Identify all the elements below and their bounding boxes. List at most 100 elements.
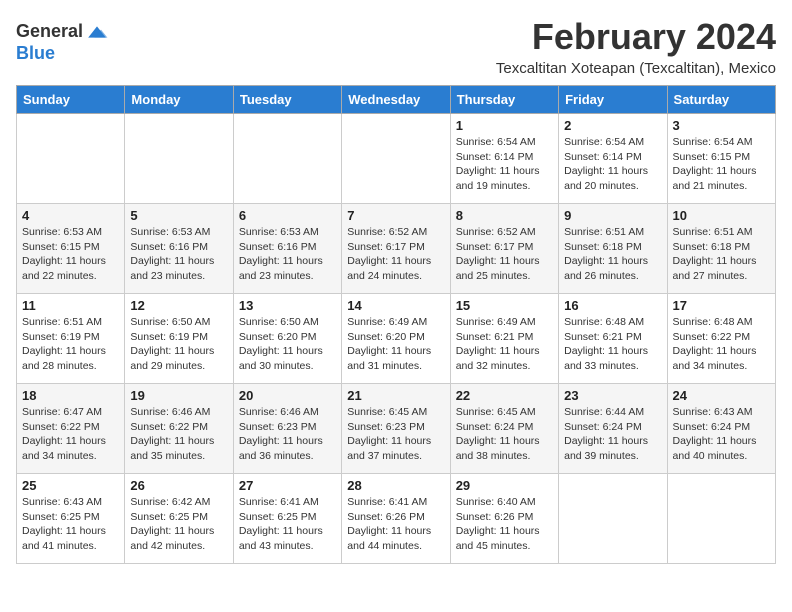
calendar-cell: 25 Sunrise: 6:43 AM Sunset: 6:25 PM Dayli…: [17, 474, 125, 564]
day-number: 3: [673, 118, 770, 133]
calendar-cell: 10 Sunrise: 6:51 AM Sunset: 6:18 PM Dayli…: [667, 204, 775, 294]
header-saturday: Saturday: [667, 86, 775, 114]
header-monday: Monday: [125, 86, 233, 114]
day-info: Sunrise: 6:51 AM Sunset: 6:18 PM Dayligh…: [564, 225, 661, 284]
day-info: Sunrise: 6:51 AM Sunset: 6:19 PM Dayligh…: [22, 315, 119, 374]
location-title: Texcaltitan Xoteapan (Texcaltitan), Mexi…: [496, 60, 776, 77]
day-number: 12: [130, 298, 227, 313]
calendar-cell: 23 Sunrise: 6:44 AM Sunset: 6:24 PM Dayli…: [559, 384, 667, 474]
calendar-cell: 20Sunrise: 6:46 AM Sunset: 6:23 PM Dayli…: [233, 384, 341, 474]
day-number: 15: [456, 298, 553, 313]
title-section: February 2024 Texcaltitan Xoteapan (Texc…: [496, 16, 776, 77]
day-number: 14: [347, 298, 444, 313]
day-info: Sunrise: 6:54 AM Sunset: 6:15 PM Dayligh…: [673, 135, 770, 194]
calendar-cell: 18 Sunrise: 6:47 AM Sunset: 6:22 PM Dayli…: [17, 384, 125, 474]
day-number: 28: [347, 478, 444, 493]
day-info: Sunrise: 6:52 AM Sunset: 6:17 PM Dayligh…: [456, 225, 553, 284]
day-number: 21: [347, 388, 444, 403]
calendar-cell: 4Sunrise: 6:53 AM Sunset: 6:15 PM Daylig…: [17, 204, 125, 294]
calendar-cell: 29 Sunrise: 6:40 AM Sunset: 6:26 PM Dayli…: [450, 474, 558, 564]
calendar-cell: 9 Sunrise: 6:51 AM Sunset: 6:18 PM Daylig…: [559, 204, 667, 294]
page-header: General Blue February 2024 Texcaltitan X…: [16, 16, 776, 77]
day-info: Sunrise: 6:43 AM Sunset: 6:24 PM Dayligh…: [673, 405, 770, 464]
day-number: 22: [456, 388, 553, 403]
day-number: 5: [130, 208, 227, 223]
logo-text-general: General: [16, 22, 83, 42]
day-info: Sunrise: 6:47 AM Sunset: 6:22 PM Dayligh…: [22, 405, 119, 464]
header-sunday: Sunday: [17, 86, 125, 114]
calendar-header-row: SundayMondayTuesdayWednesdayThursdayFrid…: [17, 86, 776, 114]
calendar-cell: [125, 114, 233, 204]
header-tuesday: Tuesday: [233, 86, 341, 114]
day-number: 9: [564, 208, 661, 223]
header-friday: Friday: [559, 86, 667, 114]
calendar-cell: [17, 114, 125, 204]
day-number: 26: [130, 478, 227, 493]
calendar-cell: 19 Sunrise: 6:46 AM Sunset: 6:22 PM Dayli…: [125, 384, 233, 474]
day-number: 17: [673, 298, 770, 313]
day-number: 29: [456, 478, 553, 493]
calendar-cell: 27Sunrise: 6:41 AM Sunset: 6:25 PM Dayli…: [233, 474, 341, 564]
day-number: 7: [347, 208, 444, 223]
day-info: Sunrise: 6:45 AM Sunset: 6:24 PM Dayligh…: [456, 405, 553, 464]
calendar-cell: 17 Sunrise: 6:48 AM Sunset: 6:22 PM Dayli…: [667, 294, 775, 384]
calendar-cell: 2 Sunrise: 6:54 AM Sunset: 6:14 PM Daylig…: [559, 114, 667, 204]
calendar-cell: 3 Sunrise: 6:54 AM Sunset: 6:15 PM Daylig…: [667, 114, 775, 204]
day-info: Sunrise: 6:49 AM Sunset: 6:20 PM Dayligh…: [347, 315, 444, 374]
day-info: Sunrise: 6:46 AM Sunset: 6:22 PM Dayligh…: [130, 405, 227, 464]
day-info: Sunrise: 6:48 AM Sunset: 6:22 PM Dayligh…: [673, 315, 770, 374]
day-number: 19: [130, 388, 227, 403]
day-number: 18: [22, 388, 119, 403]
day-number: 25: [22, 478, 119, 493]
day-info: Sunrise: 6:41 AM Sunset: 6:26 PM Dayligh…: [347, 495, 444, 554]
day-number: 27: [239, 478, 336, 493]
day-number: 6: [239, 208, 336, 223]
calendar-cell: [559, 474, 667, 564]
calendar-table: SundayMondayTuesdayWednesdayThursdayFrid…: [16, 85, 776, 564]
day-info: Sunrise: 6:51 AM Sunset: 6:18 PM Dayligh…: [673, 225, 770, 284]
day-info: Sunrise: 6:44 AM Sunset: 6:24 PM Dayligh…: [564, 405, 661, 464]
day-number: 2: [564, 118, 661, 133]
day-info: Sunrise: 6:53 AM Sunset: 6:16 PM Dayligh…: [130, 225, 227, 284]
calendar-cell: 1 Sunrise: 6:54 AM Sunset: 6:14 PM Daylig…: [450, 114, 558, 204]
month-title: February 2024: [496, 16, 776, 58]
week-row-2: 11 Sunrise: 6:51 AM Sunset: 6:19 PM Dayli…: [17, 294, 776, 384]
day-info: Sunrise: 6:40 AM Sunset: 6:26 PM Dayligh…: [456, 495, 553, 554]
calendar-cell: 6Sunrise: 6:53 AM Sunset: 6:16 PM Daylig…: [233, 204, 341, 294]
calendar-cell: [342, 114, 450, 204]
calendar-cell: 12 Sunrise: 6:50 AM Sunset: 6:19 PM Dayli…: [125, 294, 233, 384]
calendar-cell: 5 Sunrise: 6:53 AM Sunset: 6:16 PM Daylig…: [125, 204, 233, 294]
calendar-cell: [233, 114, 341, 204]
day-number: 23: [564, 388, 661, 403]
calendar-cell: 7 Sunrise: 6:52 AM Sunset: 6:17 PM Daylig…: [342, 204, 450, 294]
header-thursday: Thursday: [450, 86, 558, 114]
calendar-cell: 28 Sunrise: 6:41 AM Sunset: 6:26 PM Dayli…: [342, 474, 450, 564]
header-wednesday: Wednesday: [342, 86, 450, 114]
week-row-0: 1 Sunrise: 6:54 AM Sunset: 6:14 PM Daylig…: [17, 114, 776, 204]
day-number: 16: [564, 298, 661, 313]
day-number: 13: [239, 298, 336, 313]
day-info: Sunrise: 6:54 AM Sunset: 6:14 PM Dayligh…: [456, 135, 553, 194]
week-row-3: 18 Sunrise: 6:47 AM Sunset: 6:22 PM Dayli…: [17, 384, 776, 474]
calendar-cell: 15Sunrise: 6:49 AM Sunset: 6:21 PM Dayli…: [450, 294, 558, 384]
logo-text-blue: Blue: [16, 44, 109, 64]
calendar-cell: 24Sunrise: 6:43 AM Sunset: 6:24 PM Dayli…: [667, 384, 775, 474]
logo: General Blue: [16, 20, 109, 64]
day-info: Sunrise: 6:52 AM Sunset: 6:17 PM Dayligh…: [347, 225, 444, 284]
day-number: 10: [673, 208, 770, 223]
day-info: Sunrise: 6:54 AM Sunset: 6:14 PM Dayligh…: [564, 135, 661, 194]
day-info: Sunrise: 6:43 AM Sunset: 6:25 PM Dayligh…: [22, 495, 119, 554]
day-number: 20: [239, 388, 336, 403]
day-number: 11: [22, 298, 119, 313]
calendar-cell: 14 Sunrise: 6:49 AM Sunset: 6:20 PM Dayli…: [342, 294, 450, 384]
day-number: 1: [456, 118, 553, 133]
calendar-cell: [667, 474, 775, 564]
day-info: Sunrise: 6:50 AM Sunset: 6:19 PM Dayligh…: [130, 315, 227, 374]
calendar-cell: 21Sunrise: 6:45 AM Sunset: 6:23 PM Dayli…: [342, 384, 450, 474]
calendar-cell: 8 Sunrise: 6:52 AM Sunset: 6:17 PM Daylig…: [450, 204, 558, 294]
day-info: Sunrise: 6:42 AM Sunset: 6:25 PM Dayligh…: [130, 495, 227, 554]
day-number: 8: [456, 208, 553, 223]
calendar-cell: 11 Sunrise: 6:51 AM Sunset: 6:19 PM Dayli…: [17, 294, 125, 384]
day-number: 4: [22, 208, 119, 223]
day-info: Sunrise: 6:50 AM Sunset: 6:20 PM Dayligh…: [239, 315, 336, 374]
